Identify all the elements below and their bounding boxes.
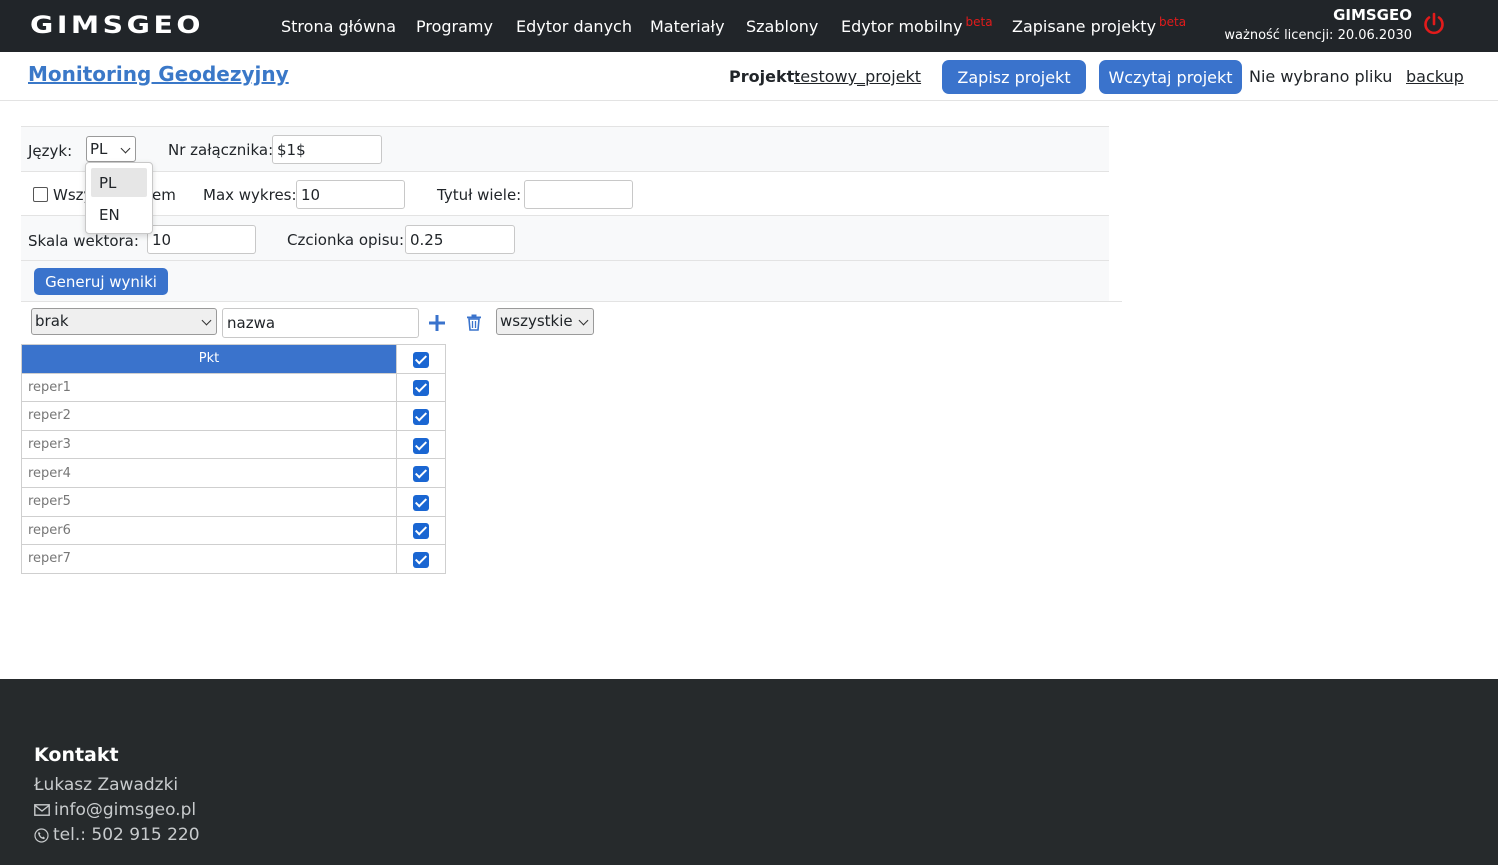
save-project-button[interactable]: Zapisz projekt [942,60,1086,94]
row-checkbox[interactable] [413,494,429,511]
point-name: reper1 [21,372,397,403]
row-checkbox[interactable] [413,523,429,540]
beta-badge: beta [965,15,993,29]
gimsgeo-logo[interactable]: GIMSGEO [30,12,206,36]
footer: Kontakt Łukasz Zawadzki info@gimsgeo.pl … [0,679,1498,865]
project-name-link[interactable]: testowy_projekt [794,67,921,86]
max-chart-label: Max wykres: [203,186,297,204]
point-name: reper6 [21,515,397,546]
point-name: reper5 [21,486,397,517]
nav-item-programs[interactable]: Programy [416,17,493,36]
language-label: Język: [28,142,73,160]
generate-results-button[interactable]: Generuj wyniki [34,268,168,295]
point-name: reper4 [21,458,397,488]
language-option-en[interactable]: EN [91,200,147,229]
desc-font-input[interactable]: 0.25 [405,225,515,254]
divider [21,301,1122,302]
table-header-row: Pkt [21,344,446,374]
form-row-vector: Skala wektora: 10 Czcionka opisu: 0.25 [21,215,1109,261]
name-input[interactable]: nazwa [222,308,419,338]
row-checkbox[interactable] [413,551,429,568]
contact-title: Kontakt [34,744,119,766]
nav-item-materials[interactable]: Materiały [650,17,725,36]
envelope-icon [34,804,50,816]
contact-person: Łukasz Zawadzki [34,775,179,795]
table-row: reper4 [21,458,446,488]
row-checkbox[interactable] [413,408,429,425]
chevron-down-icon [578,315,589,326]
load-project-button[interactable]: Wczytaj projekt [1099,60,1242,94]
trash-icon[interactable] [466,314,482,331]
page-title[interactable]: Monitoring Geodezyjny [28,62,289,86]
table-row: reper3 [21,429,446,460]
phone-icon [34,827,49,843]
multi-title-label: Tytuł wiele: [437,186,522,204]
column-header-pkt[interactable]: Pkt [21,344,397,374]
point-name: reper3 [21,429,397,460]
beta-badge: beta [1159,15,1187,29]
all-label-end: em [152,186,176,204]
nav-item-templates[interactable]: Szablony [746,17,818,36]
all-checkbox[interactable] [33,187,48,202]
contact-email[interactable]: info@gimsgeo.pl [54,800,196,820]
top-navbar: GIMSGEO Strona główna Programy Edytor da… [0,0,1498,52]
contact-phone-row: tel.: 502 915 220 [34,825,200,845]
language-option-pl[interactable]: PL [91,168,147,197]
chevron-down-icon [120,143,131,154]
row-checkbox[interactable] [413,466,429,483]
form-row-language: Język: PL Nr załącznika: $1$ [21,126,1109,172]
backup-link[interactable]: backup [1406,67,1464,86]
row-checkbox[interactable] [413,380,429,397]
file-status: Nie wybrano pliku [1249,67,1393,86]
nav-item-home[interactable]: Strona główna [281,17,396,36]
select-all-cell [396,344,446,374]
project-label: Projekt: [729,67,801,86]
svg-text:GIMSGEO: GIMSGEO [30,12,204,36]
row-checkbox[interactable] [413,437,429,454]
point-name: reper2 [21,401,397,431]
table-row: reper2 [21,401,446,431]
contact-email-row: info@gimsgeo.pl [34,800,196,820]
nav-item-data-editor[interactable]: Edytor danych [516,17,632,36]
nav-item-mobile-editor[interactable]: Edytor mobilny beta [841,15,993,36]
chevron-down-icon [201,315,212,326]
attachment-label: Nr załącznika: [168,141,274,159]
select-all-checkbox[interactable] [413,351,429,368]
nav-item-saved-projects[interactable]: Zapisane projekty beta [1012,15,1187,36]
vector-scale-input[interactable]: 10 [147,225,256,254]
desc-font-label: Czcionka opisu: [287,231,405,249]
user-name: GIMSGEO [1333,6,1412,24]
plus-icon[interactable] [428,314,446,332]
form-row-generate: Generuj wyniki [21,260,1109,302]
table-row: reper7 [21,544,446,574]
group-select[interactable]: brak [31,308,217,335]
point-name: reper7 [21,544,397,574]
license-validity: ważność licencji: 20.06.2030 [1224,28,1412,43]
contact-phone[interactable]: tel.: 502 915 220 [53,825,200,845]
language-dropdown: PL EN [85,162,153,234]
filter-select[interactable]: wszystkie [496,308,594,335]
vector-scale-label: Skala wektora: [28,232,139,250]
max-chart-input[interactable]: 10 [296,180,405,209]
attachment-input[interactable]: $1$ [272,135,382,164]
power-icon[interactable] [1422,12,1446,36]
project-header: Monitoring Geodezyjny Projekt: testowy_p… [0,52,1498,101]
multi-title-input[interactable] [524,180,633,209]
language-select[interactable]: PL [86,136,136,162]
table-row: reper1 [21,372,446,403]
points-table: Pkt reper1 reper2 reper3 reper4 reper5 r… [21,344,446,574]
table-row: reper5 [21,486,446,517]
form-row-charts: Wszy em Max wykres: 10 Tytuł wiele: [21,171,1109,216]
table-row: reper6 [21,515,446,546]
